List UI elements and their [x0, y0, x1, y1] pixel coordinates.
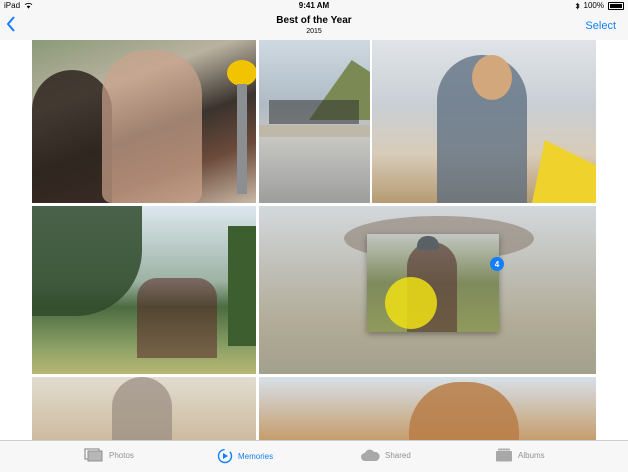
- photo-tile-friends-selfie[interactable]: [32, 40, 256, 203]
- photos-icon: [84, 448, 103, 462]
- tab-photos[interactable]: Photos: [84, 448, 134, 462]
- status-bar: iPad 9:41 AM 100%: [0, 0, 628, 12]
- photo-tile-surfer[interactable]: [372, 40, 596, 203]
- shared-cloud-icon: [361, 449, 380, 461]
- photo-tile-curly-hair[interactable]: [259, 377, 596, 440]
- photo-tile-group-beach[interactable]: [259, 40, 370, 203]
- clock: 9:41 AM: [298, 1, 330, 10]
- tab-albums[interactable]: Albums: [495, 448, 545, 462]
- select-button[interactable]: Select: [585, 20, 616, 32]
- tab-memories[interactable]: Memories: [217, 448, 273, 464]
- tab-photos-label: Photos: [109, 450, 134, 460]
- touch-indicator: [385, 277, 437, 329]
- tab-shared[interactable]: Shared: [360, 448, 411, 462]
- page-subtitle: 2015: [306, 28, 322, 35]
- memories-icon: [217, 448, 233, 464]
- battery-percent: 100%: [583, 1, 604, 10]
- tab-memories-label: Memories: [238, 451, 274, 461]
- dragged-photo-stack[interactable]: [367, 234, 499, 332]
- battery-icon: [608, 1, 624, 10]
- photo-grid: [0, 40, 628, 440]
- drag-count-badge: 4: [490, 257, 504, 271]
- albums-icon: [496, 448, 512, 462]
- bluetooth-icon: [575, 2, 580, 9]
- photo-tile-hikers[interactable]: [32, 206, 256, 374]
- page-title: Best of the Year: [276, 15, 352, 26]
- photo-tile-beanie-portrait[interactable]: [32, 377, 256, 440]
- tab-albums-label: Albums: [518, 450, 545, 460]
- navigation-bar: Best of the Year 2015 Select: [0, 12, 628, 41]
- tab-shared-label: Shared: [385, 450, 411, 460]
- tab-bar: Photos Memories Shared Albums: [0, 440, 628, 472]
